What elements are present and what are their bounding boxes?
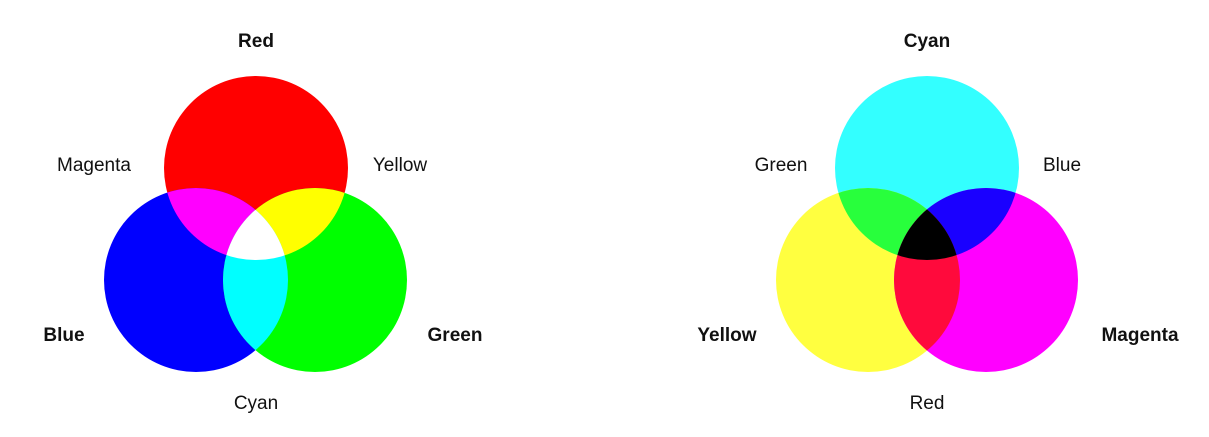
label-green-secondary: Green: [755, 155, 808, 176]
label-cyan-primary: Cyan: [904, 31, 950, 52]
label-blue-secondary: Blue: [1043, 155, 1081, 176]
label-green: Green: [428, 325, 483, 346]
label-red-secondary: Red: [910, 393, 945, 414]
label-yellow: Yellow: [373, 155, 428, 176]
label-red: Red: [238, 31, 274, 52]
label-magenta: Magenta: [57, 155, 131, 176]
additive-diagram: Red Blue Green Magenta Yellow Cyan: [43, 31, 482, 414]
color-mixing-diagrams: Red Blue Green Magenta Yellow Cyan Cyan …: [43, 31, 1179, 414]
label-magenta-primary: Magenta: [1101, 325, 1179, 346]
label-yellow-primary: Yellow: [697, 325, 756, 346]
subtractive-diagram: Cyan Yellow Magenta Green Blue Red: [697, 31, 1179, 414]
label-cyan: Cyan: [234, 393, 278, 414]
label-blue: Blue: [43, 325, 84, 346]
